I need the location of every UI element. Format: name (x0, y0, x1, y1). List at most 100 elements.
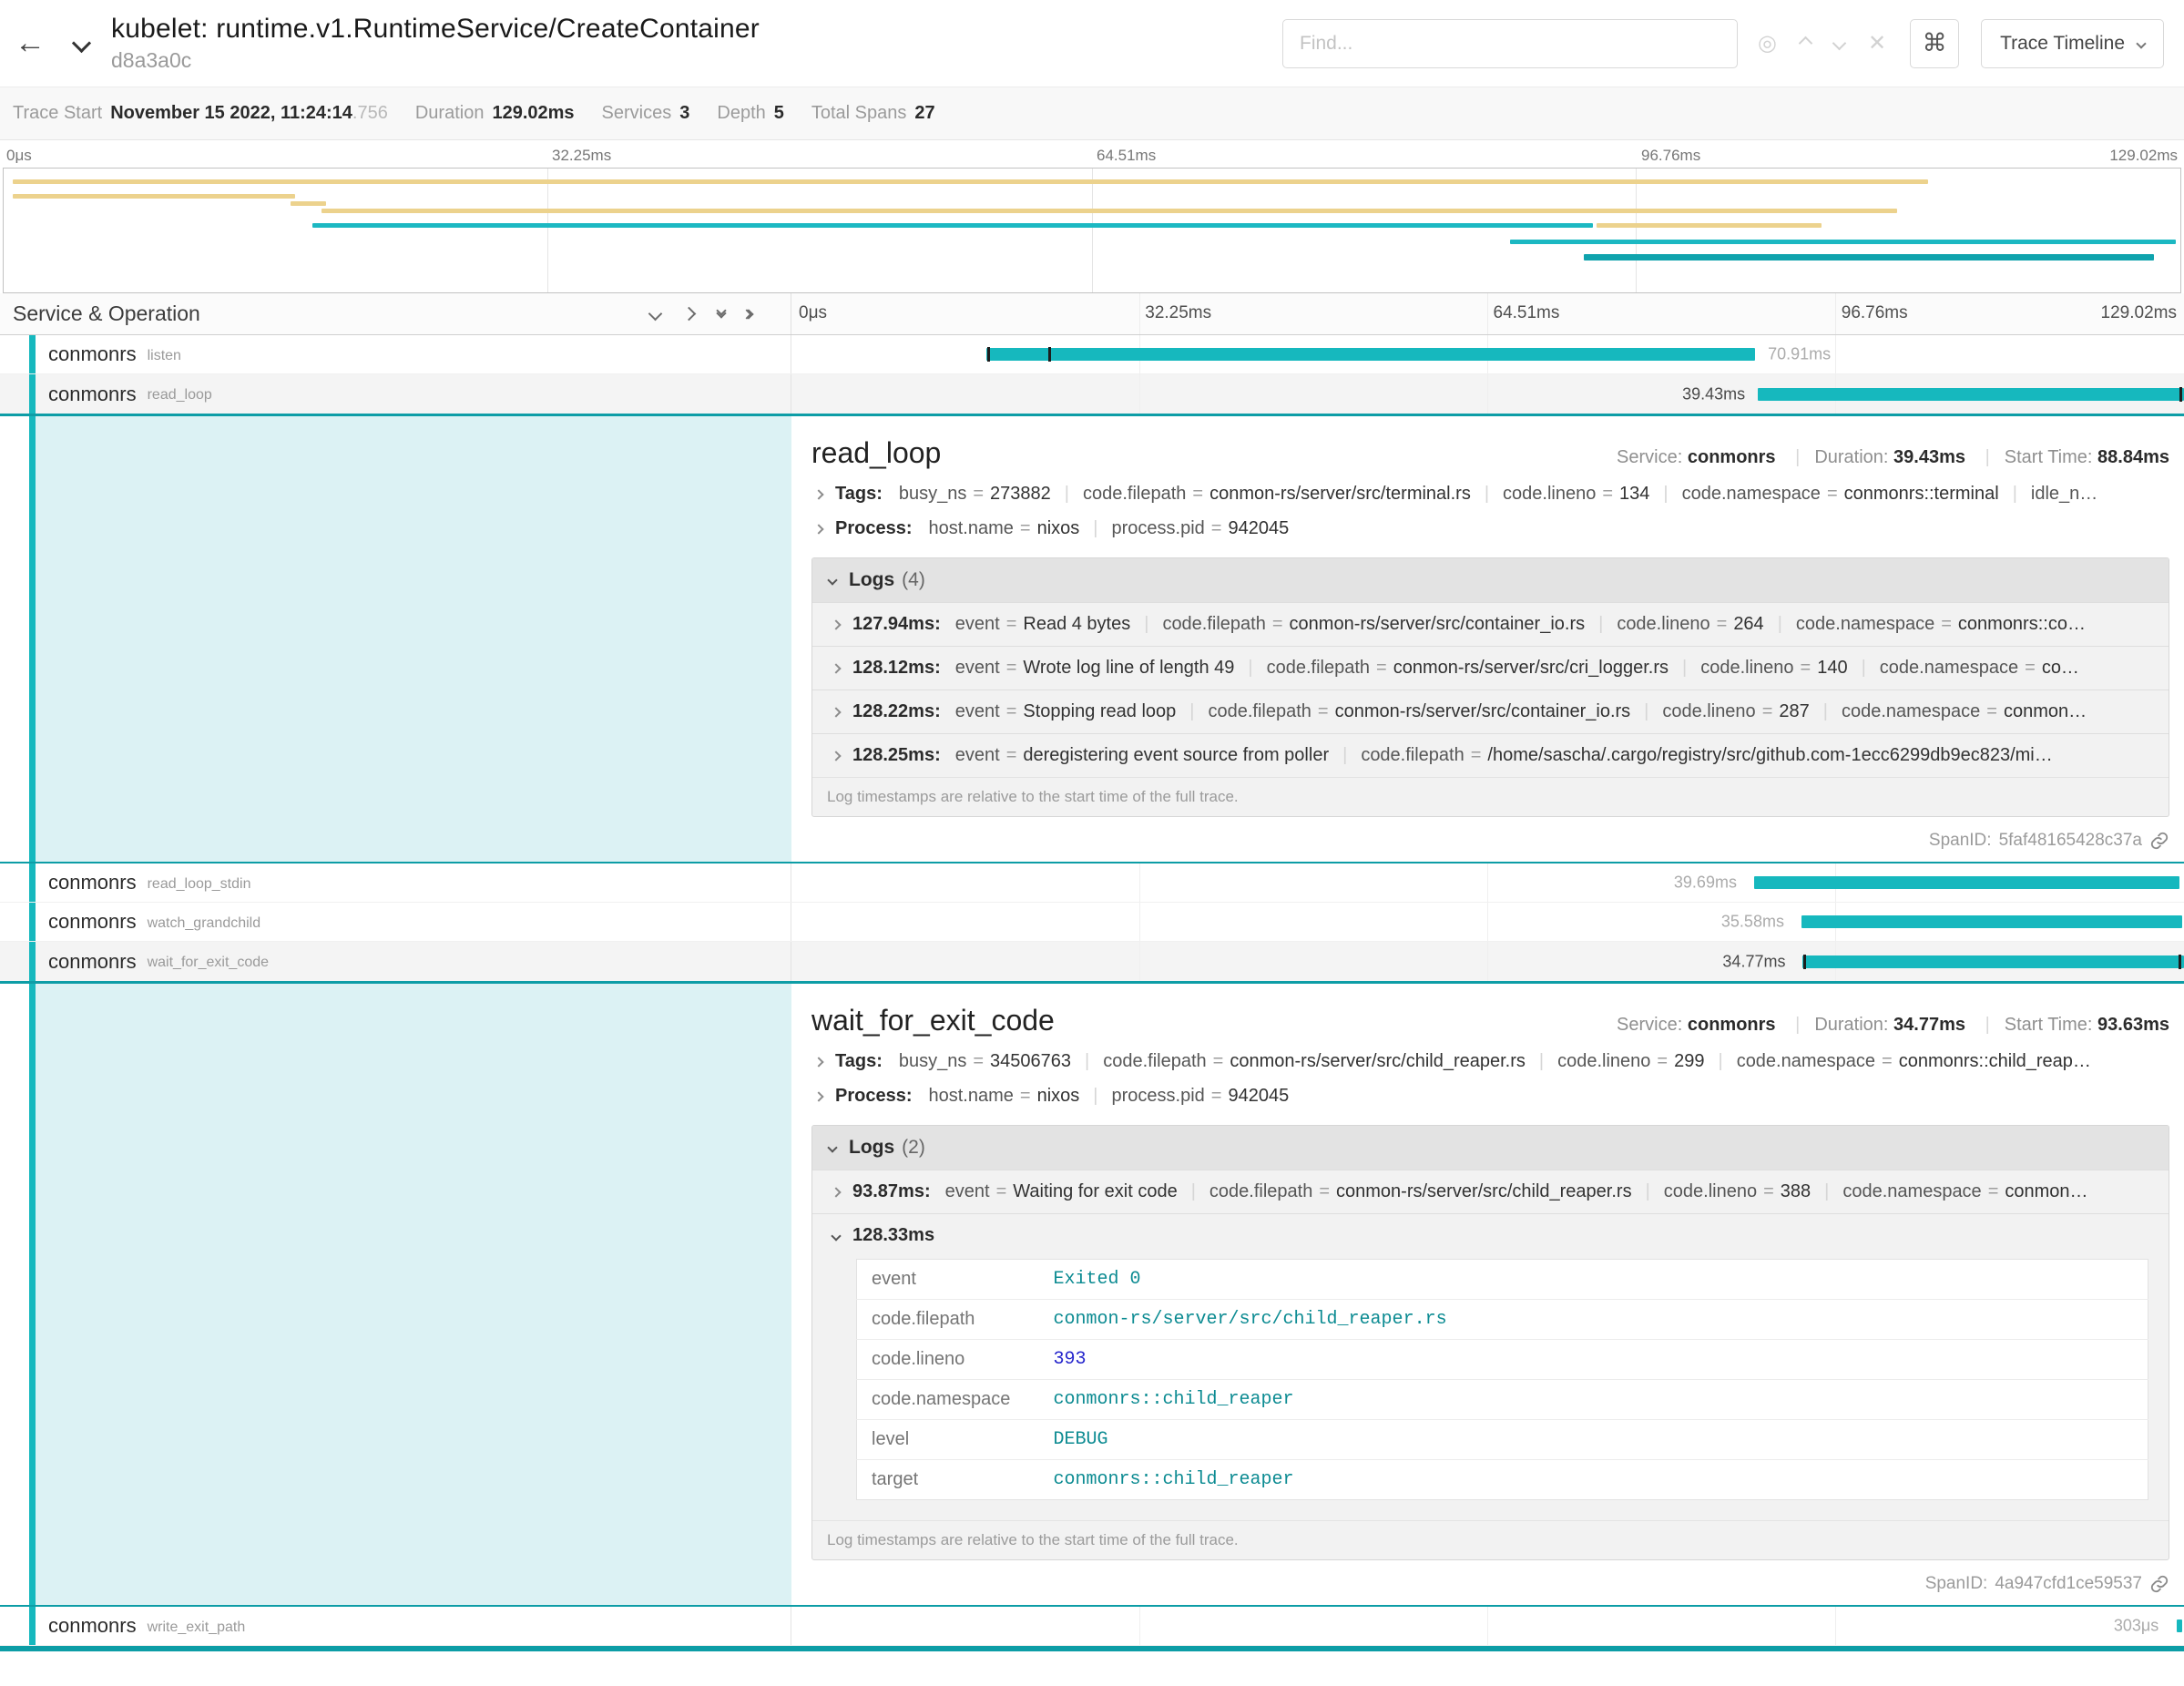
span-bar[interactable] (1802, 955, 2184, 968)
tick-label: 0μs (6, 147, 32, 165)
keyboard-shortcuts-button[interactable]: ⌘ (1910, 19, 1959, 68)
span-bar[interactable] (986, 348, 1755, 361)
log-entry[interactable]: 128.22ms: event=Stopping read loop code.… (812, 690, 2169, 733)
row-gutter (0, 984, 29, 1605)
service-name: conmonrs (48, 1614, 137, 1638)
service-color-indicator (29, 863, 36, 902)
service-name: conmonrs (48, 383, 137, 406)
chevron-right-icon (831, 707, 841, 717)
log-entry[interactable]: 127.94ms: event=Read 4 bytes code.filepa… (812, 602, 2169, 646)
next-result-icon[interactable] (1832, 36, 1847, 51)
process-row[interactable]: Process: host.name=nixos process.pid=942… (811, 1086, 2169, 1107)
log-entry-expanded-header[interactable]: 128.33ms (832, 1225, 2154, 1246)
span-bar[interactable] (1801, 915, 2183, 928)
span-row-listen[interactable]: conmonrs listen 70.91ms (0, 335, 2184, 374)
table-row: code.lineno393 (857, 1340, 2148, 1380)
log-marker (1048, 347, 1051, 362)
tags-row[interactable]: Tags: busy_ns=273882 code.filepath=conmo… (811, 484, 2169, 505)
span-detail-wait-for-exit-code: wait_for_exit_code Service: conmonrs Dur… (0, 981, 2184, 1607)
detail-left-fill (36, 416, 791, 862)
find-input[interactable] (1282, 19, 1738, 68)
copy-link-icon[interactable] (2149, 1574, 2169, 1594)
span-row-read-loop[interactable]: conmonrs read_loop 39.43ms (0, 374, 2184, 414)
expand-one-icon[interactable] (682, 307, 697, 322)
span-id-label: SpanID: (1925, 1574, 1988, 1594)
service-operation-header: Service & Operation (0, 293, 791, 334)
service-color-indicator (29, 942, 36, 981)
tick-label: 129.02ms (2101, 303, 2177, 323)
row-gutter (0, 374, 29, 414)
span-row-wait-for-exit-code[interactable]: conmonrs wait_for_exit_code 34.77ms (0, 942, 2184, 981)
table-row: code.namespaceconmonrs::child_reaper (857, 1380, 2148, 1420)
row-gutter (0, 942, 29, 981)
table-row: targetconmonrs::child_reaper (857, 1460, 2148, 1500)
span-row-write-exit-path[interactable]: conmonrs write_exit_path 303μs (0, 1607, 2184, 1646)
trace-summary-bar: Trace StartNovember 15 2022, 11:24:14.75… (0, 87, 2184, 140)
span-bar[interactable] (1754, 876, 2180, 889)
span-bar[interactable] (2177, 1620, 2182, 1632)
clear-search-icon[interactable]: ✕ (1868, 33, 1886, 55)
trace-timeline-dropdown[interactable]: Trace Timeline (1981, 19, 2164, 68)
span-duration: 39.43ms (1682, 384, 1745, 404)
trace-header-collapse-button[interactable] (60, 0, 102, 87)
service-operation-title: Service & Operation (13, 301, 200, 326)
trace-services: Services3 (602, 103, 690, 124)
prev-result-icon[interactable] (1799, 36, 1813, 51)
minimap-span-line (1510, 240, 2176, 244)
process-row[interactable]: Process: host.name=nixos process.pid=942… (811, 518, 2169, 539)
collapse-all-icon[interactable] (718, 312, 725, 317)
span-row-watch-grandchild[interactable]: conmonrs watch_grandchild 35.58ms (0, 903, 2184, 942)
tick-label: 96.76ms (1641, 147, 1700, 165)
find-controls: ◎ ✕ (1758, 33, 1886, 55)
logs-footnote: Log timestamps are relative to the start… (812, 777, 2169, 816)
operation-name: write_exit_path (148, 1617, 246, 1636)
minimap-span-line (1584, 254, 2154, 261)
service-name: conmonrs (48, 910, 137, 934)
trace-total-spans: Total Spans27 (811, 103, 935, 124)
span-id-value: 4a947cfd1ce59537 (1995, 1574, 2142, 1594)
chevron-right-icon (813, 1057, 823, 1067)
service-color-indicator (29, 335, 36, 373)
log-entry[interactable]: 128.12ms: event=Wrote log line of length… (812, 646, 2169, 690)
row-gutter (0, 903, 29, 941)
service-color-indicator (29, 1607, 36, 1645)
log-entry[interactable]: 93.87ms: event=Waiting for exit code cod… (812, 1170, 2169, 1213)
minimap-ticks: 0μs 32.25ms 64.51ms 96.76ms 129.02ms (3, 144, 2181, 168)
trace-duration: Duration129.02ms (415, 103, 575, 124)
logs-header[interactable]: Logs (2) (812, 1126, 2169, 1170)
chevron-down-icon (71, 34, 90, 53)
span-detail-read-loop: read_loop Service: conmonrs Duration: 39… (0, 414, 2184, 863)
chevron-right-icon (813, 1091, 823, 1101)
chevron-right-icon (831, 619, 841, 629)
chevron-down-icon (2136, 38, 2146, 48)
expand-all-icon[interactable] (749, 311, 752, 318)
copy-link-icon[interactable] (2149, 831, 2169, 851)
chevron-right-icon (813, 524, 823, 534)
next-detail-panel-edge (0, 1646, 2184, 1651)
span-duration: 70.91ms (1768, 345, 1831, 364)
command-icon: ⌘ (1923, 29, 1947, 57)
operation-name: read_loop_stdin (148, 874, 251, 893)
detail-left-fill (36, 984, 791, 1605)
timeline-minimap[interactable]: 0μs 32.25ms 64.51ms 96.76ms 129.02ms (0, 140, 2184, 293)
minimap-canvas[interactable] (3, 168, 2181, 293)
chevron-down-icon (827, 575, 837, 585)
logs-section: Logs (2) 93.87ms: event=Waiting for exit… (811, 1125, 2169, 1560)
operation-name: wait_for_exit_code (148, 952, 269, 971)
logs-header[interactable]: Logs (4) (812, 558, 2169, 602)
collapse-one-icon[interactable] (648, 307, 663, 322)
detail-meta: Service: conmonrs Duration: 39.43ms Star… (1617, 447, 2169, 468)
locate-icon[interactable]: ◎ (1758, 33, 1777, 55)
operation-name: listen (148, 345, 181, 364)
span-id-value: 5faf48165428c37a (1999, 831, 2142, 851)
service-name: conmonrs (48, 342, 137, 366)
chevron-down-icon (827, 1142, 837, 1152)
tags-row[interactable]: Tags: busy_ns=34506763 code.filepath=con… (811, 1051, 2169, 1072)
log-entry[interactable]: 128.25ms: event=deregistering event sour… (812, 733, 2169, 777)
back-button[interactable]: ← (0, 0, 60, 87)
logs-footnote: Log timestamps are relative to the start… (812, 1520, 2169, 1559)
operation-name: watch_grandchild (148, 913, 261, 932)
span-bar[interactable] (1758, 388, 2184, 401)
span-row-read-loop-stdin[interactable]: conmonrs read_loop_stdin 39.69ms (0, 863, 2184, 903)
service-color-indicator (29, 903, 36, 941)
